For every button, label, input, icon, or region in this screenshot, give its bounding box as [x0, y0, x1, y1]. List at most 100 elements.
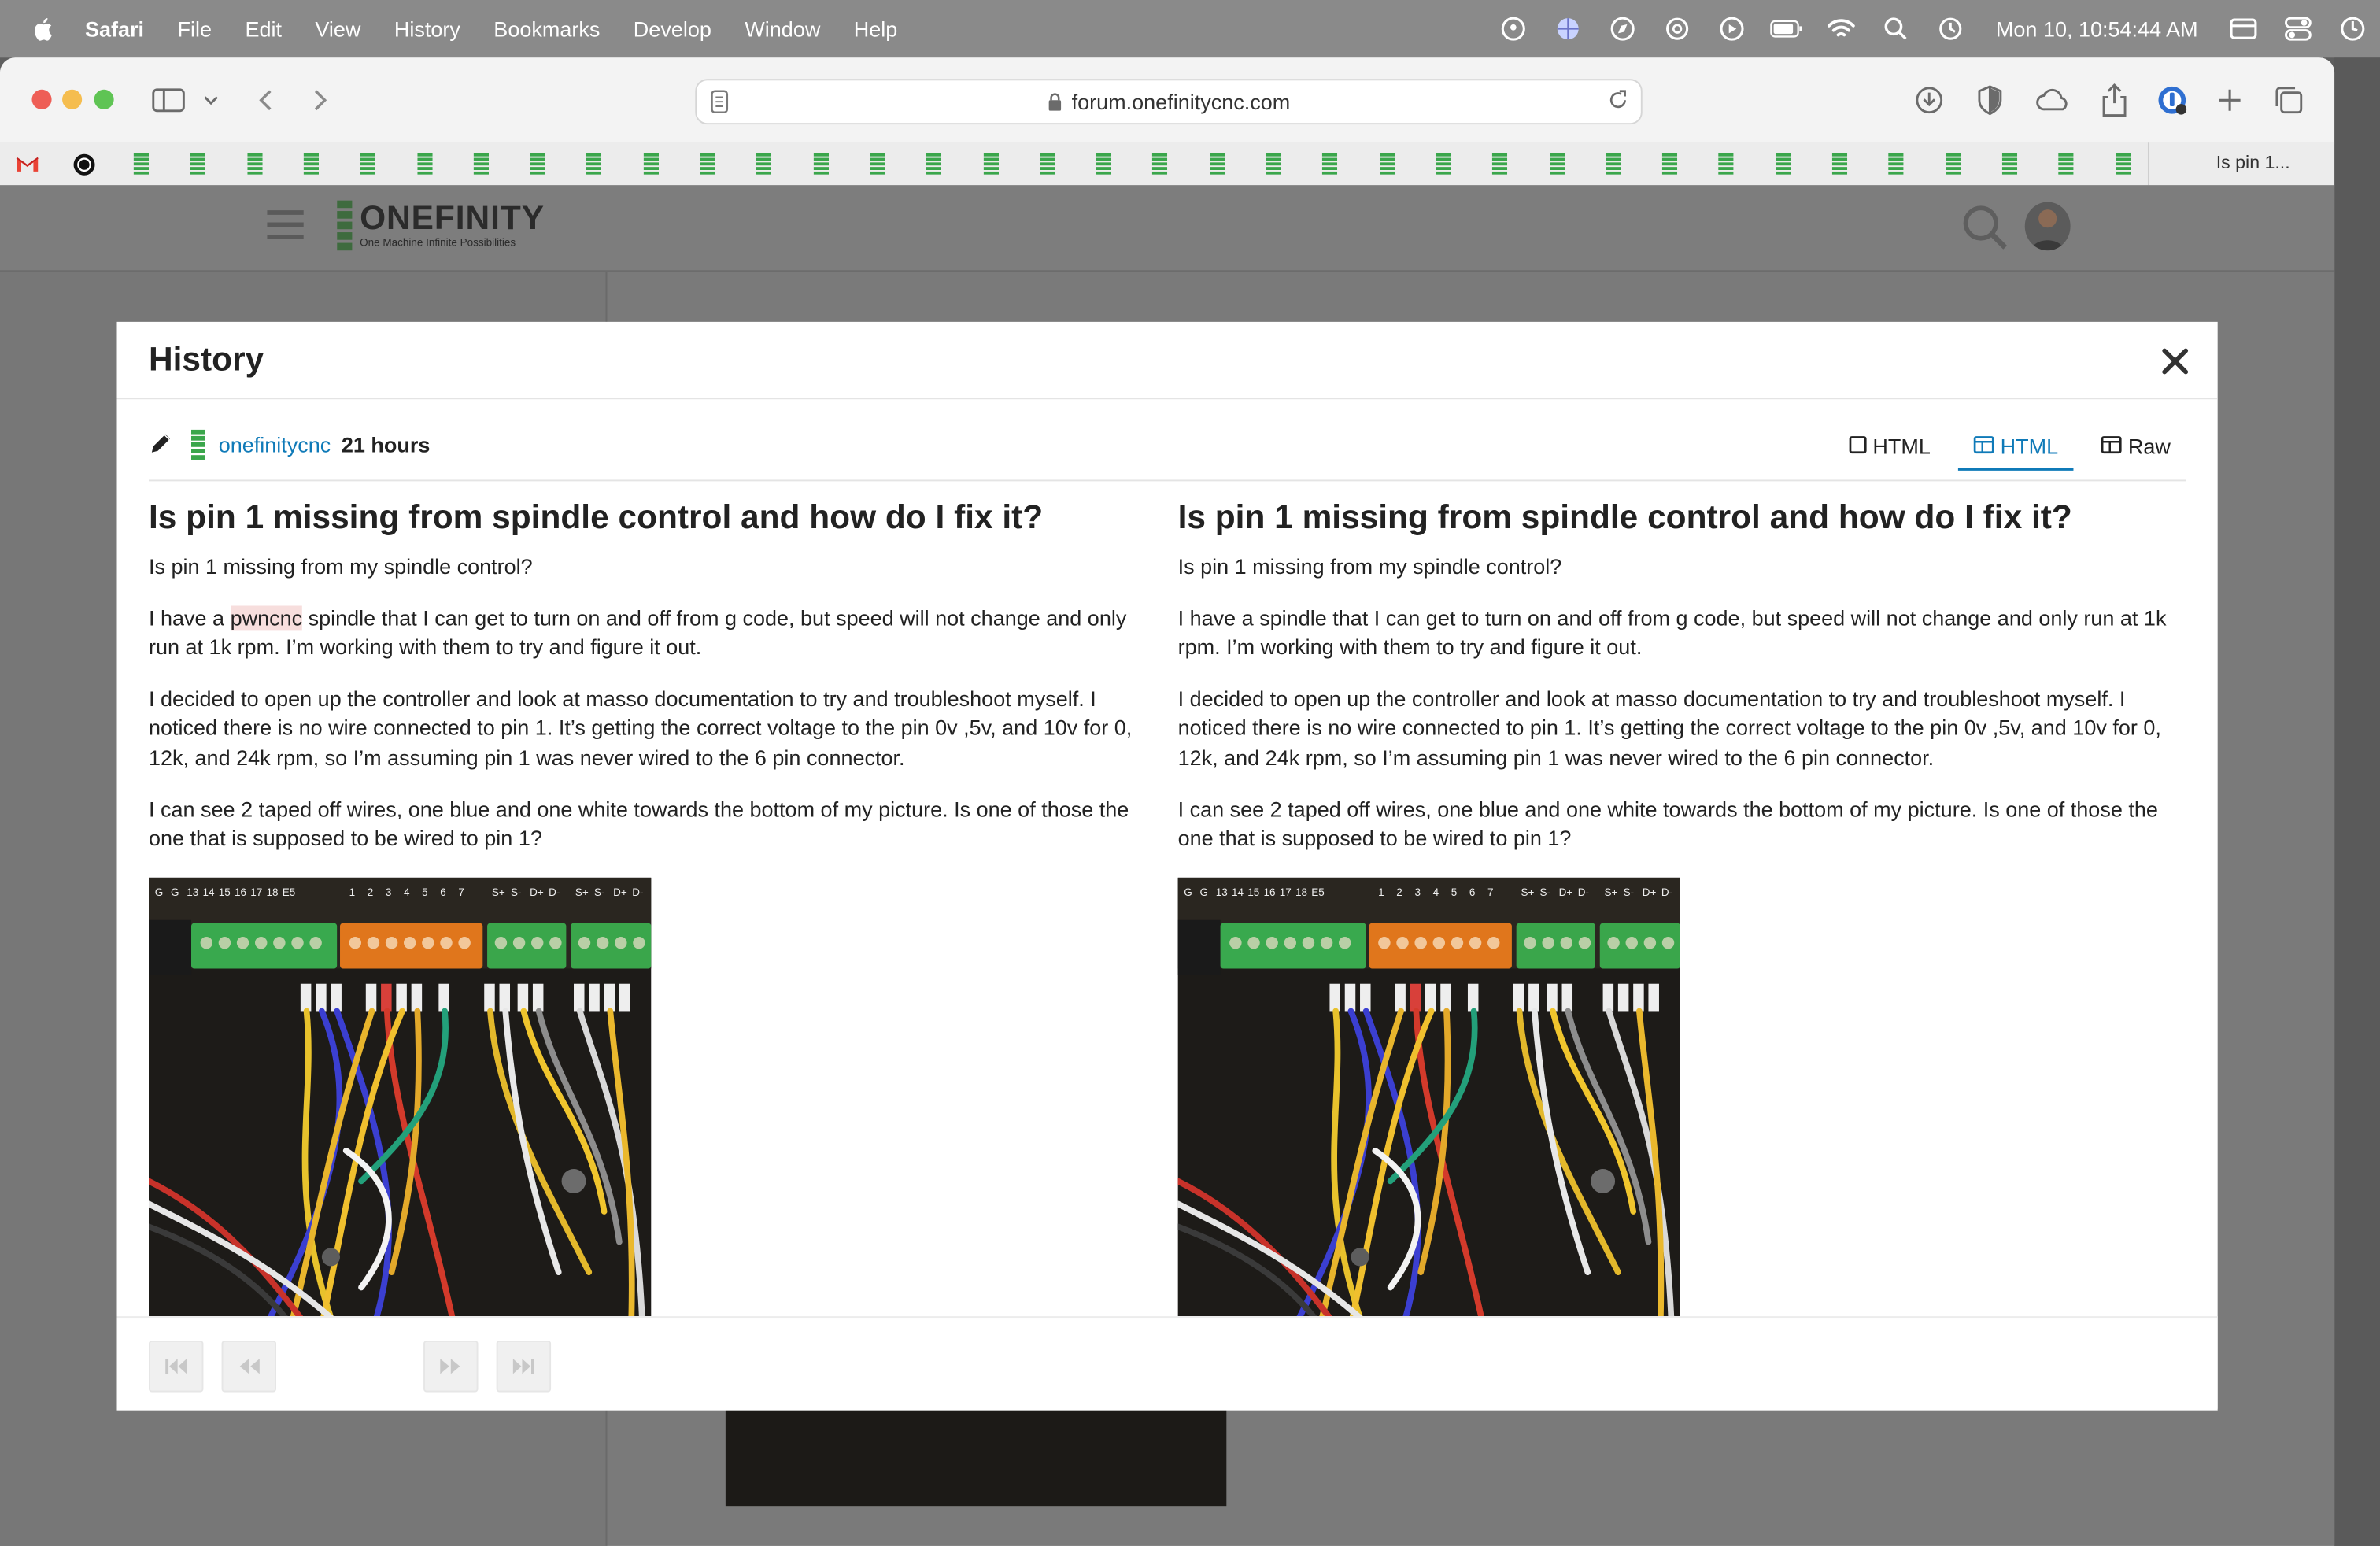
onefinity-bookmark-icon[interactable]: [982, 153, 1004, 175]
onefinity-bookmark-icon[interactable]: [416, 153, 438, 175]
onefinity-bookmark-icon[interactable]: [1096, 153, 1118, 175]
onefinity-bookmark-icon[interactable]: [303, 153, 325, 175]
revision-username[interactable]: onefinitycnc: [219, 433, 331, 457]
onefinity-bookmark-icon[interactable]: [1718, 153, 1740, 175]
onefinity-bookmark-icon[interactable]: [1606, 153, 1627, 175]
back-button[interactable]: [249, 83, 282, 117]
play-icon[interactable]: [1715, 15, 1748, 43]
onefinity-bookmark-icon[interactable]: [1436, 153, 1457, 175]
onefinity-logo[interactable]: ONEFINITY One Machine Infinite Possibili…: [337, 200, 545, 253]
onefinity-bookmark-icon[interactable]: [869, 153, 891, 175]
minimize-window-button[interactable]: [62, 89, 83, 109]
menu-view[interactable]: View: [315, 17, 360, 41]
onefinity-bookmark-icon[interactable]: [1379, 153, 1400, 175]
onefinity-bookmark-icon[interactable]: [1266, 153, 1287, 175]
onefinity-bookmark-icon[interactable]: [190, 153, 212, 175]
time-machine-icon[interactable]: [1934, 15, 1967, 43]
onefinity-bookmark-icon[interactable]: [1492, 153, 1513, 175]
onefinity-bookmark-icon[interactable]: [360, 153, 381, 175]
menu-history[interactable]: History: [394, 17, 460, 41]
onefinity-bookmark-icon[interactable]: [1945, 153, 1967, 175]
onefinity-bookmark-icon[interactable]: [1152, 153, 1174, 175]
onefinity-bookmark-icon[interactable]: [926, 153, 948, 175]
user-avatar[interactable]: [2024, 202, 2071, 251]
onefinity-bookmark-icon[interactable]: [700, 153, 721, 175]
spotlight-search-icon[interactable]: [1879, 15, 1912, 43]
active-tab-title[interactable]: Is pin 1...: [2216, 152, 2290, 173]
zoom-window-button[interactable]: [94, 89, 114, 109]
forum-search-icon[interactable]: [1961, 203, 2010, 259]
menu-file[interactable]: File: [177, 17, 212, 41]
menu-develop[interactable]: Develop: [634, 17, 711, 41]
onefinity-bookmark-icon[interactable]: [1888, 153, 1910, 175]
onefinity-bookmark-icon[interactable]: [812, 153, 834, 175]
menu-clock[interactable]: Mon 10, 10:54:44 AM: [1996, 17, 2198, 41]
onefinity-bookmark-icon[interactable]: [530, 153, 551, 175]
downloads-icon[interactable]: [1913, 83, 1946, 117]
current-paragraph-4: I can see 2 taped off wires, one blue an…: [1177, 796, 2158, 851]
new-tab-icon[interactable]: [2213, 83, 2246, 117]
terminal-label: 15: [219, 886, 231, 897]
gmail-icon[interactable]: [15, 153, 39, 175]
terminal-label: 3: [386, 886, 392, 897]
globe-icon[interactable]: [1551, 15, 1584, 43]
onefinity-bookmark-icon[interactable]: [1831, 153, 1853, 175]
compass-icon[interactable]: [1606, 15, 1639, 43]
onefinity-bookmark-icon[interactable]: [2058, 153, 2080, 175]
screen-time-icon[interactable]: [2336, 15, 2369, 43]
tab-overview-icon[interactable]: [2272, 83, 2305, 117]
wifi-icon[interactable]: [1824, 15, 1857, 43]
tab-group-chevron-icon[interactable]: [198, 83, 225, 117]
close-icon[interactable]: [2157, 343, 2193, 379]
onefinity-bookmark-icon[interactable]: [756, 153, 778, 175]
address-bar[interactable]: forum.onefinitycnc.com: [695, 79, 1643, 125]
skip-last-icon: [512, 1359, 534, 1374]
battery-icon[interactable]: [1770, 15, 1803, 43]
onefinity-bookmark-icon[interactable]: [2115, 153, 2137, 175]
icloud-icon[interactable]: [2034, 83, 2073, 117]
forward-button[interactable]: [304, 83, 337, 117]
openai-status-icon[interactable]: [1661, 15, 1694, 43]
menu-help[interactable]: Help: [854, 17, 898, 41]
onefinity-bookmark-icon[interactable]: [643, 153, 664, 175]
menu-app-name[interactable]: Safari: [85, 17, 144, 41]
user-avatar-icon[interactable]: [191, 429, 205, 460]
previous-revision-button[interactable]: [221, 1340, 277, 1393]
onefinity-bookmark-icon[interactable]: [1209, 153, 1230, 175]
url-text[interactable]: forum.onefinitycnc.com: [1072, 90, 1291, 114]
current-wiring-photo[interactable]: G G 13 14 15 16 17 18 E5 1 2 3 4 5 6 7 S+ S- D+ D- S+ S- D+ D-: [1178, 877, 1680, 1316]
menu-window[interactable]: Window: [745, 17, 820, 41]
first-revision-button[interactable]: [149, 1340, 204, 1393]
reload-icon[interactable]: [1607, 90, 1628, 116]
tab-side-by-side-raw[interactable]: Raw: [2086, 425, 2186, 468]
wallet-icon[interactable]: [2227, 15, 2260, 43]
menu-bookmarks[interactable]: Bookmarks: [493, 17, 600, 41]
tab-side-by-side-html[interactable]: HTML: [1957, 425, 2074, 471]
onefinity-bookmark-icon[interactable]: [473, 153, 494, 175]
onefinity-bookmark-icon[interactable]: [1775, 153, 1797, 175]
sidebar-toggle-icon[interactable]: [152, 83, 185, 117]
onefinity-bookmark-icon[interactable]: [133, 153, 155, 175]
share-icon[interactable]: [2097, 83, 2131, 117]
next-revision-button[interactable]: [423, 1340, 479, 1393]
page-settings-icon[interactable]: [709, 90, 730, 119]
password-icon[interactable]: [1496, 15, 1529, 43]
control-center-icon[interactable]: [2282, 15, 2315, 43]
privacy-shield-icon[interactable]: [1973, 83, 2006, 117]
menu-edit[interactable]: Edit: [245, 17, 282, 41]
close-window-button[interactable]: [31, 89, 52, 109]
password-extension-icon[interactable]: [2156, 83, 2189, 117]
apple-menu-icon[interactable]: [31, 15, 58, 43]
openai-icon[interactable]: [73, 153, 95, 176]
last-revision-button[interactable]: [496, 1340, 552, 1393]
onefinity-bookmark-icon[interactable]: [1661, 153, 1683, 175]
hamburger-menu-icon[interactable]: [264, 206, 307, 250]
onefinity-bookmark-icon[interactable]: [1549, 153, 1570, 175]
previous-wiring-photo[interactable]: G G 13 14 15 16 17 18 E5 1 2 3 4 5 6 7 S+ S- D+ D- S+ S- D+ D-: [149, 877, 651, 1316]
tab-inline-html[interactable]: HTML: [1833, 425, 1946, 468]
onefinity-bookmark-icon[interactable]: [2001, 153, 2023, 175]
onefinity-bookmark-icon[interactable]: [246, 153, 268, 175]
onefinity-bookmark-icon[interactable]: [1039, 153, 1061, 175]
onefinity-bookmark-icon[interactable]: [1322, 153, 1343, 175]
onefinity-bookmark-icon[interactable]: [586, 153, 608, 175]
